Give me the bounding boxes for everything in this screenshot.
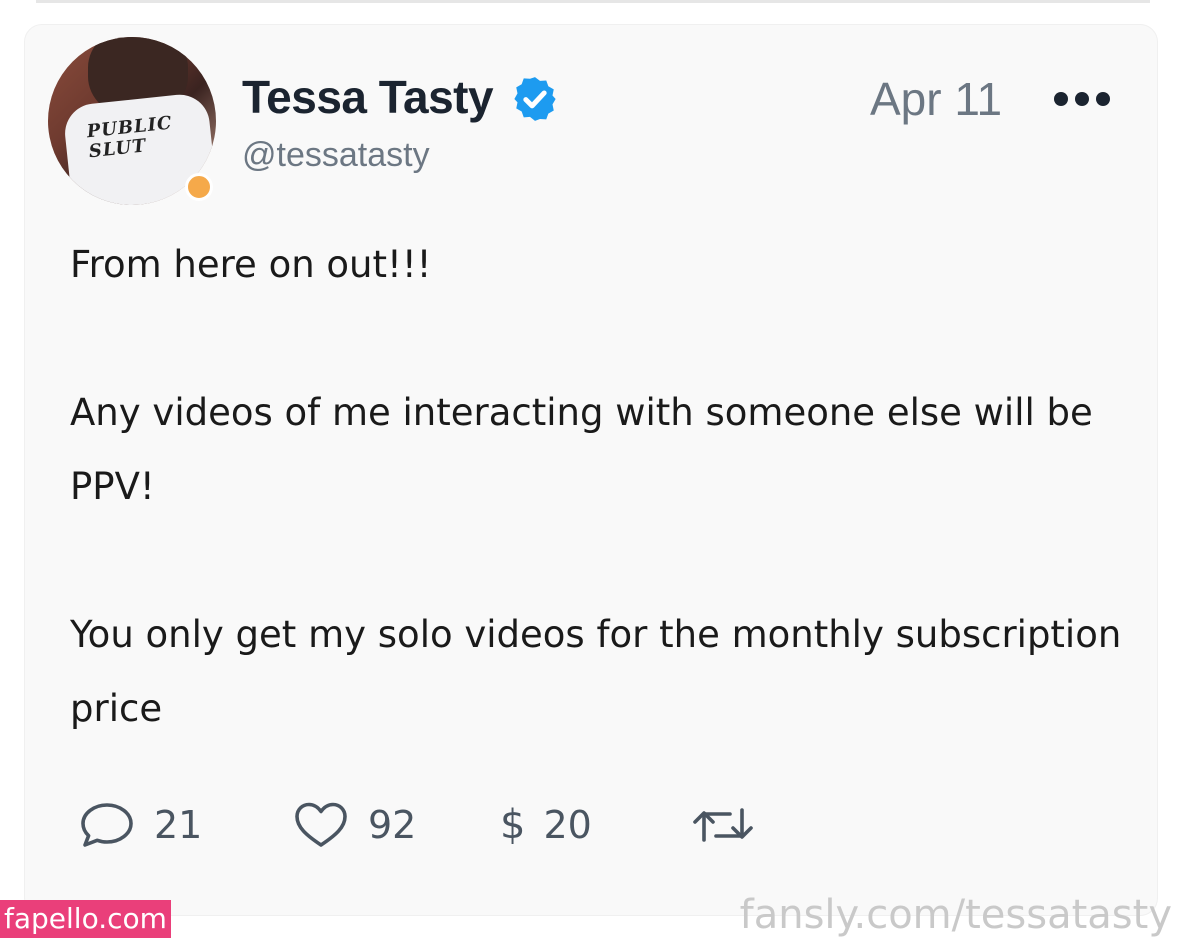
- more-options-icon[interactable]: [1052, 88, 1112, 110]
- post-text-paragraph: From here on out!!!: [70, 243, 432, 286]
- like-button[interactable]: 92: [292, 800, 416, 850]
- repost-icon: [693, 808, 753, 842]
- post-text-paragraph: You only get my solo videos for the mont…: [70, 613, 1122, 730]
- post-text-paragraph: Any videos of me interacting with someon…: [70, 391, 1093, 508]
- comment-button[interactable]: 21: [78, 800, 202, 850]
- heart-icon: [295, 802, 347, 847]
- avatar-shirt-text: PUBLIC SLUT: [85, 112, 174, 163]
- author-handle[interactable]: @tessatasty: [242, 136, 430, 175]
- dollar-icon: $: [500, 802, 526, 848]
- tip-count: 20: [543, 803, 592, 847]
- post-body: From here on out!!! Any videos of me int…: [70, 228, 1130, 746]
- tip-button[interactable]: $ 20: [500, 800, 592, 850]
- watermark-fapello: fapello.com: [0, 900, 171, 938]
- author-display-name[interactable]: Tessa Tasty: [242, 70, 494, 124]
- online-status-dot: [185, 173, 213, 201]
- like-count: 92: [368, 803, 417, 847]
- repost-button[interactable]: [690, 800, 756, 850]
- post-date[interactable]: Apr 11: [870, 72, 1002, 126]
- top-divider: [36, 0, 1150, 3]
- comment-count: 21: [154, 803, 203, 847]
- verified-badge-icon: [514, 77, 556, 121]
- comment-icon: [81, 803, 133, 847]
- watermark-fansly: fansly.com/tessatasty: [739, 892, 1172, 938]
